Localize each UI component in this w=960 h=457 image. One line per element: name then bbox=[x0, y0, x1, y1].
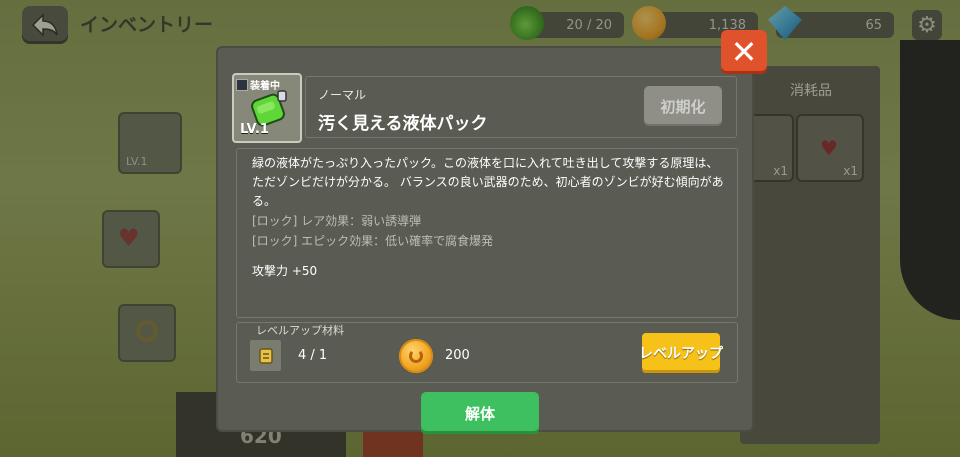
equipped-mini-icon bbox=[236, 78, 248, 91]
material-count: 4 / 1 bbox=[298, 348, 328, 363]
reset-button[interactable]: 初期化 bbox=[644, 86, 722, 126]
dismantle-button[interactable]: 解体 bbox=[421, 392, 539, 434]
item-icon: 装着中 LV.1 bbox=[232, 73, 302, 143]
levelup-button[interactable]: レベルアップ bbox=[639, 333, 723, 373]
gold-coin-icon bbox=[399, 339, 433, 373]
attack-stat: 攻撃力 +50 bbox=[252, 264, 318, 278]
item-level: LV.1 bbox=[240, 122, 269, 137]
gold-cost: 200 bbox=[445, 348, 470, 363]
close-icon: ✕ bbox=[730, 33, 758, 71]
close-button[interactable]: ✕ bbox=[721, 30, 767, 74]
scroll-icon bbox=[258, 347, 273, 364]
rare-effect: [ロック] レア効果：弱い誘導弾 bbox=[252, 214, 422, 228]
levelup-materials-title: レベルアップ材料 bbox=[256, 324, 344, 337]
material-item[interactable] bbox=[250, 340, 281, 371]
item-rarity: ノーマル bbox=[318, 88, 367, 102]
epic-effect: [ロック] エピック効果：低い確率で腐食爆発 bbox=[252, 234, 494, 248]
item-description: 緑の液体がたっぷり入ったパック。この液体を口に入れて吐き出して攻撃する原理は、た… bbox=[252, 156, 724, 208]
item-name: 汚く見える液体パック bbox=[318, 114, 488, 134]
